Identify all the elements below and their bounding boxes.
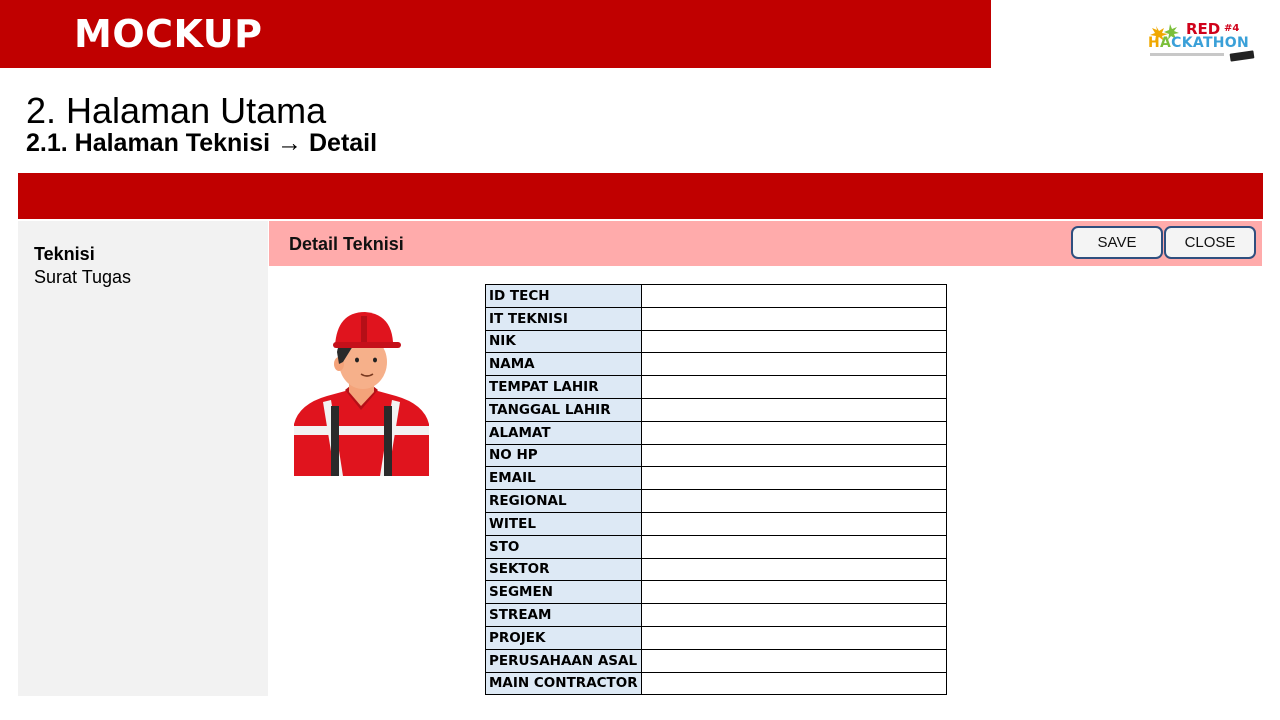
field-value-input[interactable]	[641, 397, 947, 422]
panel-title: Detail Teknisi	[289, 234, 404, 254]
form-row: REGIONAL	[485, 489, 947, 513]
form-row: NAMA	[485, 352, 947, 377]
form-row: SEGMEN	[485, 580, 947, 605]
form-row: IT TEKNISI	[485, 306, 947, 331]
field-value-input[interactable]	[641, 375, 947, 399]
form-row: TEMPAT LAHIR	[485, 375, 947, 399]
form-row: PROJEK	[485, 625, 947, 650]
sidebar-item-surat-tugas[interactable]: Surat Tugas	[34, 267, 131, 288]
save-button[interactable]: SAVE	[1071, 226, 1163, 259]
field-label: SEGMEN	[485, 580, 642, 605]
form-row: ID TECH	[485, 284, 947, 308]
page-subheading: 2.1. Halaman Teknisi → Detail	[26, 129, 378, 157]
field-value-input[interactable]	[641, 648, 947, 673]
field-label: ID TECH	[485, 284, 642, 308]
page-heading: 2. Halaman Utama	[26, 90, 327, 131]
field-label: IT TEKNISI	[485, 306, 642, 331]
banner-title: MOCKUP	[74, 12, 263, 56]
detail-panel-header: Detail Teknisi SAVE CLOSE	[269, 221, 1262, 266]
detail-rows: ID TECH IT TEKNISI NIK NAMA TEMPAT LAHIR TANG…	[485, 284, 947, 696]
field-label: EMAIL	[485, 466, 642, 491]
field-value-input[interactable]	[641, 443, 947, 468]
field-value-input[interactable]	[641, 580, 947, 605]
form-row: STO	[485, 534, 947, 559]
field-value-input[interactable]	[641, 671, 947, 696]
sidebar-item-teknisi[interactable]: Teknisi	[34, 244, 95, 265]
field-label: TEMPAT LAHIR	[485, 375, 642, 399]
form-row: ALAMAT	[485, 420, 947, 445]
logo-badge-text: #4	[1224, 23, 1240, 34]
close-button[interactable]: CLOSE	[1164, 226, 1256, 259]
field-label: NIK	[485, 329, 642, 354]
form-row: EMAIL	[485, 466, 947, 491]
logo-letter-h: H	[1148, 35, 1161, 51]
form-row: MAIN CONTRACTOR	[485, 671, 947, 696]
form-row: NIK	[485, 329, 947, 354]
logo-tag	[1229, 50, 1255, 62]
logo-letters-rest: CKATHON	[1171, 35, 1250, 51]
field-label: MAIN CONTRACTOR	[485, 671, 642, 696]
field-value-input[interactable]	[641, 466, 947, 491]
field-value-input[interactable]	[641, 511, 947, 536]
form-row: WITEL	[485, 511, 947, 536]
field-value-input[interactable]	[641, 489, 947, 513]
field-label: NO HP	[485, 443, 642, 468]
form-row: STREAM	[485, 603, 947, 627]
form-row: TANGGAL LAHIR	[485, 397, 947, 422]
field-value-input[interactable]	[641, 352, 947, 377]
logo-letter-a: A	[1160, 35, 1172, 51]
form-row: PERUSAHAAN ASAL	[485, 648, 947, 673]
field-label: PROJEK	[485, 625, 642, 650]
app-top-bar	[18, 173, 1263, 219]
field-value-input[interactable]	[641, 534, 947, 559]
field-value-input[interactable]	[641, 284, 947, 308]
technician-avatar-icon	[294, 312, 429, 476]
teknisi-detail-table: ID TECH IT TEKNISI NIK NAMA TEMPAT LAHIR TANG…	[485, 284, 947, 696]
field-value-input[interactable]	[641, 603, 947, 627]
field-label: TANGGAL LAHIR	[485, 397, 642, 422]
field-value-input[interactable]	[641, 557, 947, 582]
logo-hackathon-text: HACKATHON	[1148, 35, 1249, 51]
mockup-banner: MOCKUP	[0, 0, 991, 68]
field-value-input[interactable]	[641, 420, 947, 445]
field-label: ALAMAT	[485, 420, 642, 445]
field-label: STREAM	[485, 603, 642, 627]
form-row: NO HP	[485, 443, 947, 468]
field-label: PERUSAHAAN ASAL	[485, 648, 642, 673]
field-value-input[interactable]	[641, 306, 947, 331]
field-label: REGIONAL	[485, 489, 642, 513]
field-label: NAMA	[485, 352, 642, 377]
field-value-input[interactable]	[641, 625, 947, 650]
field-label: SEKTOR	[485, 557, 642, 582]
hackathon-logo: RED #4 HACKATHON	[1146, 20, 1258, 62]
logo-subline	[1150, 53, 1224, 56]
field-label: STO	[485, 534, 642, 559]
field-value-input[interactable]	[641, 329, 947, 354]
field-label: WITEL	[485, 511, 642, 536]
sidebar: Teknisi Surat Tugas	[18, 221, 268, 696]
form-row: SEKTOR	[485, 557, 947, 582]
